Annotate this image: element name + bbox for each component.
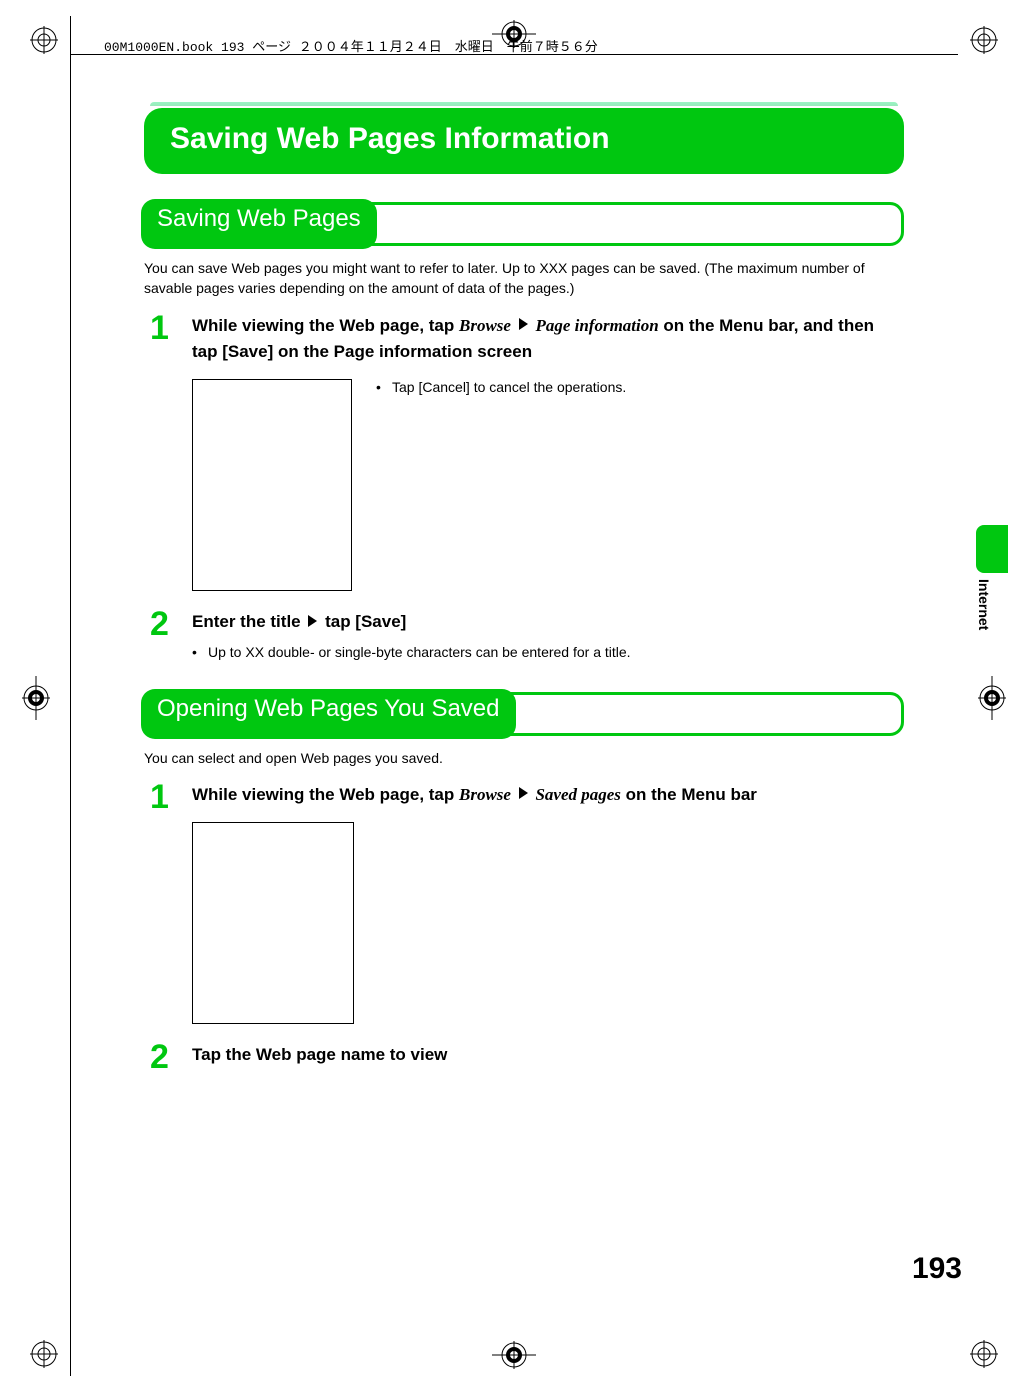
step-block: 1 While viewing the Web page, tap Browse…: [144, 313, 904, 592]
triangle-right-icon: [519, 318, 528, 330]
step-heading: Enter the title tap [Save]: [192, 609, 904, 635]
step-number: 2: [150, 605, 169, 644]
divider: [70, 16, 71, 1376]
registration-mark-icon: [22, 1332, 66, 1376]
step-heading: Tap the Web page name to view: [192, 1042, 904, 1068]
step-block: 1 While viewing the Web page, tap Browse…: [144, 782, 904, 1024]
step-heading: While viewing the Web page, tap Browse S…: [192, 782, 904, 808]
section-heading-label: Opening Web Pages You Saved: [157, 695, 500, 722]
section-heading-label: Saving Web Pages: [157, 205, 361, 232]
step-heading-menu-italic: Page information: [535, 316, 658, 335]
triangle-right-icon: [308, 615, 317, 627]
step-heading-menu-italic: Browse: [459, 785, 511, 804]
step-heading-text: Enter the title: [192, 612, 305, 631]
side-tab-label: Internet: [976, 573, 998, 630]
step-bullet: Tap [Cancel] to cancel the operations.: [376, 379, 626, 395]
section-intro-text: You can save Web pages you might want to…: [144, 258, 904, 299]
section-intro-text: You can select and open Web pages you sa…: [144, 748, 904, 768]
section-heading: Opening Web Pages You Saved: [144, 692, 904, 736]
print-header-text: 00M1000EN.book 193 ページ ２００４年１１月２４日 水曜日 午…: [104, 36, 598, 55]
section-heading: Saving Web Pages: [144, 202, 904, 246]
step-heading-text: While viewing the Web page, tap: [192, 316, 459, 335]
step-number: 1: [150, 309, 169, 348]
registration-target-icon: [492, 1341, 536, 1374]
step-heading-text: on the Menu bar: [621, 785, 757, 804]
registration-target-icon: [22, 676, 50, 725]
page-title-block: Saving Web Pages Information: [144, 102, 904, 174]
registration-mark-icon: [22, 18, 66, 62]
side-tab: Internet: [976, 525, 1008, 630]
screenshot-placeholder: [192, 379, 352, 591]
step-block: 2 Tap the Web page name to view: [144, 1042, 904, 1068]
registration-target-icon: [978, 676, 1006, 725]
step-number: 1: [150, 778, 169, 817]
step-heading-text: While viewing the Web page, tap: [192, 785, 459, 804]
step-heading-text: tap [Save]: [320, 612, 406, 631]
page-number: 193: [912, 1252, 962, 1286]
triangle-right-icon: [519, 787, 528, 799]
step-heading-menu-italic: Saved pages: [535, 785, 620, 804]
title-accent-bar: [150, 102, 898, 106]
registration-mark-icon: [962, 18, 1006, 62]
registration-mark-icon: [962, 1332, 1006, 1376]
step-heading: While viewing the Web page, tap Browse P…: [192, 313, 904, 366]
step-bullet: Up to XX double- or single-byte characte…: [192, 644, 904, 660]
screenshot-placeholder: [192, 822, 354, 1024]
step-block: 2 Enter the title tap [Save] Up to XX do…: [144, 609, 904, 659]
side-tab-color: [976, 525, 1008, 573]
step-heading-menu-italic: Browse: [459, 316, 511, 335]
step-number: 2: [150, 1038, 169, 1077]
page-title: Saving Web Pages Information: [170, 122, 878, 156]
